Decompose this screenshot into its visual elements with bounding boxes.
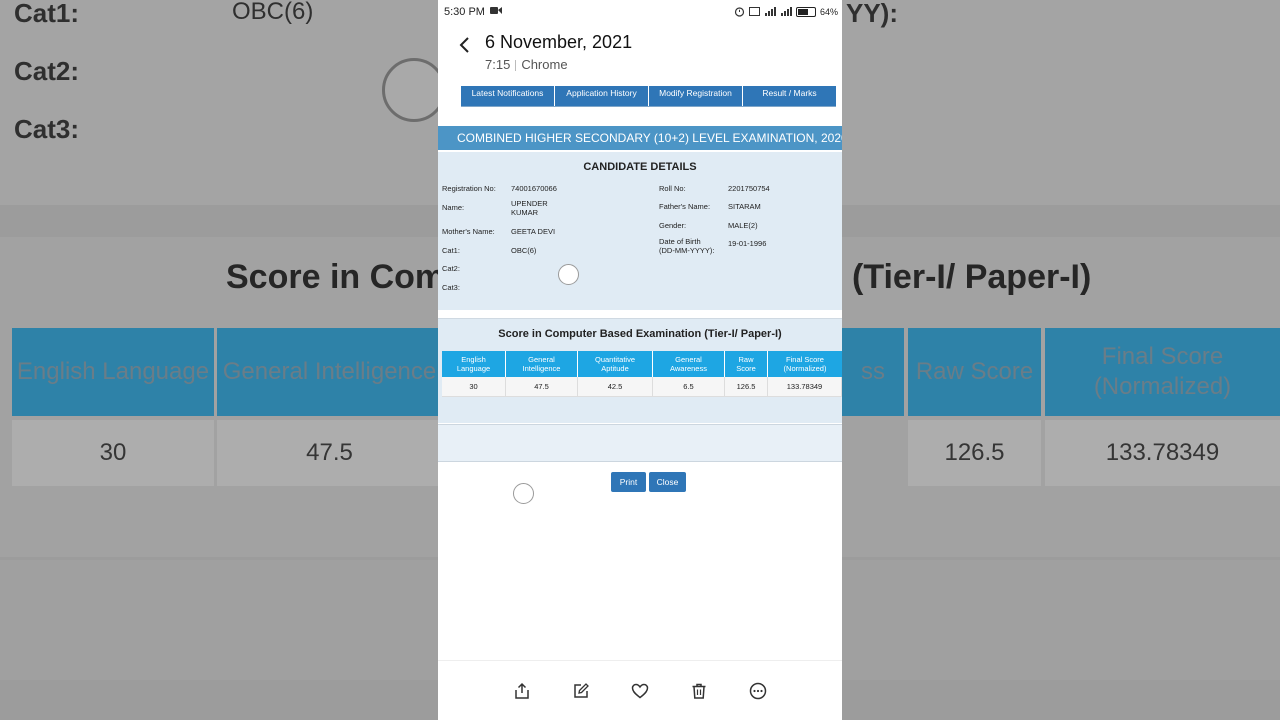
cell-intelligence: 47.5 xyxy=(506,377,578,397)
nav-modify-registration[interactable]: Modify Registration xyxy=(649,86,743,106)
video-icon xyxy=(490,6,502,18)
gender-label: Gender: xyxy=(659,221,687,230)
nav-result-marks[interactable]: Result / Marks xyxy=(743,86,836,106)
cell-quantitative: 42.5 xyxy=(578,377,653,397)
background-label-cat1: Cat1: xyxy=(14,0,80,28)
background-cell-raw: 126.5 xyxy=(908,420,1041,486)
cat3-label: Cat3: xyxy=(442,283,460,292)
col-general-intelligence: General Intelligence xyxy=(506,351,578,377)
background-header-awareness-partial: ss xyxy=(842,328,904,416)
mother-name-value: GEETA DEVI xyxy=(511,227,556,236)
background-cell-intelligence: 47.5 xyxy=(217,420,442,486)
alarm-icon xyxy=(734,6,745,19)
background-score-title-right: (Tier-I/ Paper-I) xyxy=(852,258,1092,296)
score-panel: Score in Computer Based Examination (Tie… xyxy=(438,318,842,423)
candidate-details-panel: CANDIDATE DETAILS Registration No: 74001… xyxy=(438,152,842,310)
name-label: Name: xyxy=(442,203,465,212)
roll-value: 2201750754 xyxy=(728,184,770,193)
background-cell-final: 133.78349 xyxy=(1045,420,1280,486)
col-general-awareness: General Awareness xyxy=(653,351,725,377)
status-time: 5:30 PM xyxy=(444,6,485,18)
background-header-raw-score: Raw Score xyxy=(908,328,1041,416)
nav-latest-notifications[interactable]: Latest Notifications xyxy=(461,86,555,106)
background-label-dob: YY): xyxy=(846,0,898,28)
status-icons: 64% xyxy=(734,6,838,19)
name-value-first: UPENDER xyxy=(511,199,548,208)
cell-raw-score: 126.5 xyxy=(725,377,768,397)
background-label-cat3: Cat3: xyxy=(14,114,80,144)
gender-value: MALE(2) xyxy=(728,221,758,230)
background-value-obc: OBC(6) xyxy=(232,0,314,25)
registration-value: 74001670066 xyxy=(511,184,557,193)
dob-value: 19-01-1996 xyxy=(728,239,767,248)
col-english-language: English Language xyxy=(442,351,506,377)
col-quantitative-aptitude: Quantitative Aptitude xyxy=(578,351,653,377)
dob-label-line2: (DD-MM-YYYY): xyxy=(659,246,715,255)
touch-indicator xyxy=(513,483,534,504)
cell-english: 30 xyxy=(442,377,506,397)
col-raw-score: Raw Score xyxy=(725,351,768,377)
phone-screen: 5:30 PM 64% 6 November, 2021 7:15 Chrome… xyxy=(438,0,842,720)
more-icon[interactable] xyxy=(749,682,767,700)
touch-indicator xyxy=(558,264,579,285)
cell-final-score: 133.78349 xyxy=(768,377,842,397)
table-row: 30 47.5 42.5 6.5 126.5 133.78349 xyxy=(442,377,842,397)
print-button[interactable]: Print xyxy=(611,472,646,492)
cat1-value: OBC(6) xyxy=(511,246,537,255)
volte-icon xyxy=(748,6,760,18)
viewer-subtitle: 7:15 Chrome xyxy=(485,57,568,72)
background-header-final-score: Final Score (Normalized) xyxy=(1045,328,1280,416)
score-table-header: English Language General Intelligence Quan… xyxy=(442,351,842,377)
score-table: English Language General Intelligence Quan… xyxy=(442,351,842,397)
share-icon[interactable] xyxy=(513,682,531,700)
site-nav: Latest Notifications Application History… xyxy=(461,86,836,107)
viewer-app: Chrome xyxy=(521,57,568,72)
signal-icon-2 xyxy=(780,6,792,18)
back-arrow-icon[interactable] xyxy=(458,34,472,60)
exam-title: COMBINED HIGHER SECONDARY (10+2) LEVEL E… xyxy=(438,126,842,150)
candidate-details-heading: CANDIDATE DETAILS xyxy=(583,161,697,173)
signal-icon-1 xyxy=(764,6,776,18)
name-value-last: KUMAR xyxy=(511,208,539,217)
background-score-title-left: Score in Com xyxy=(226,258,446,296)
viewer-date: 6 November, 2021 xyxy=(485,32,633,52)
viewer-time: 7:15 xyxy=(485,57,511,72)
dob-label-line1: Date of Birth xyxy=(659,237,701,246)
background-header-intelligence: General Intelligence xyxy=(217,328,442,416)
background-cell-english: 30 xyxy=(12,420,214,486)
father-name-value: SITARAM xyxy=(728,202,761,211)
battery-icon xyxy=(795,7,816,17)
empty-panel xyxy=(438,424,842,462)
background-touch-indicator xyxy=(382,58,446,122)
background-label-cat2: Cat2: xyxy=(14,56,80,86)
roll-label: Roll No: xyxy=(659,184,686,193)
heart-icon[interactable] xyxy=(631,682,649,700)
registration-label: Registration No: xyxy=(442,184,496,193)
score-heading: Score in Computer Based Examination (Tie… xyxy=(498,328,782,340)
trash-icon[interactable] xyxy=(690,682,708,700)
cat1-label: Cat1: xyxy=(442,246,460,255)
mother-name-label: Mother's Name: xyxy=(442,227,495,236)
cat2-label: Cat2: xyxy=(442,264,460,273)
separator xyxy=(515,60,517,72)
edit-icon[interactable] xyxy=(572,682,590,700)
background-header-english: English Language xyxy=(12,328,214,416)
father-name-label: Father's Name: xyxy=(659,202,711,211)
battery-percent: 64% xyxy=(819,7,838,17)
nav-application-history[interactable]: Application History xyxy=(555,86,649,106)
viewer-header: 6 November, 2021 7:15 Chrome xyxy=(438,24,842,84)
close-button[interactable]: Close xyxy=(649,472,686,492)
status-bar: 5:30 PM 64% xyxy=(438,0,842,24)
cell-awareness: 6.5 xyxy=(653,377,725,397)
col-final-score: Final Score (Normalized) xyxy=(768,351,842,377)
viewer-bottom-bar xyxy=(438,660,842,720)
